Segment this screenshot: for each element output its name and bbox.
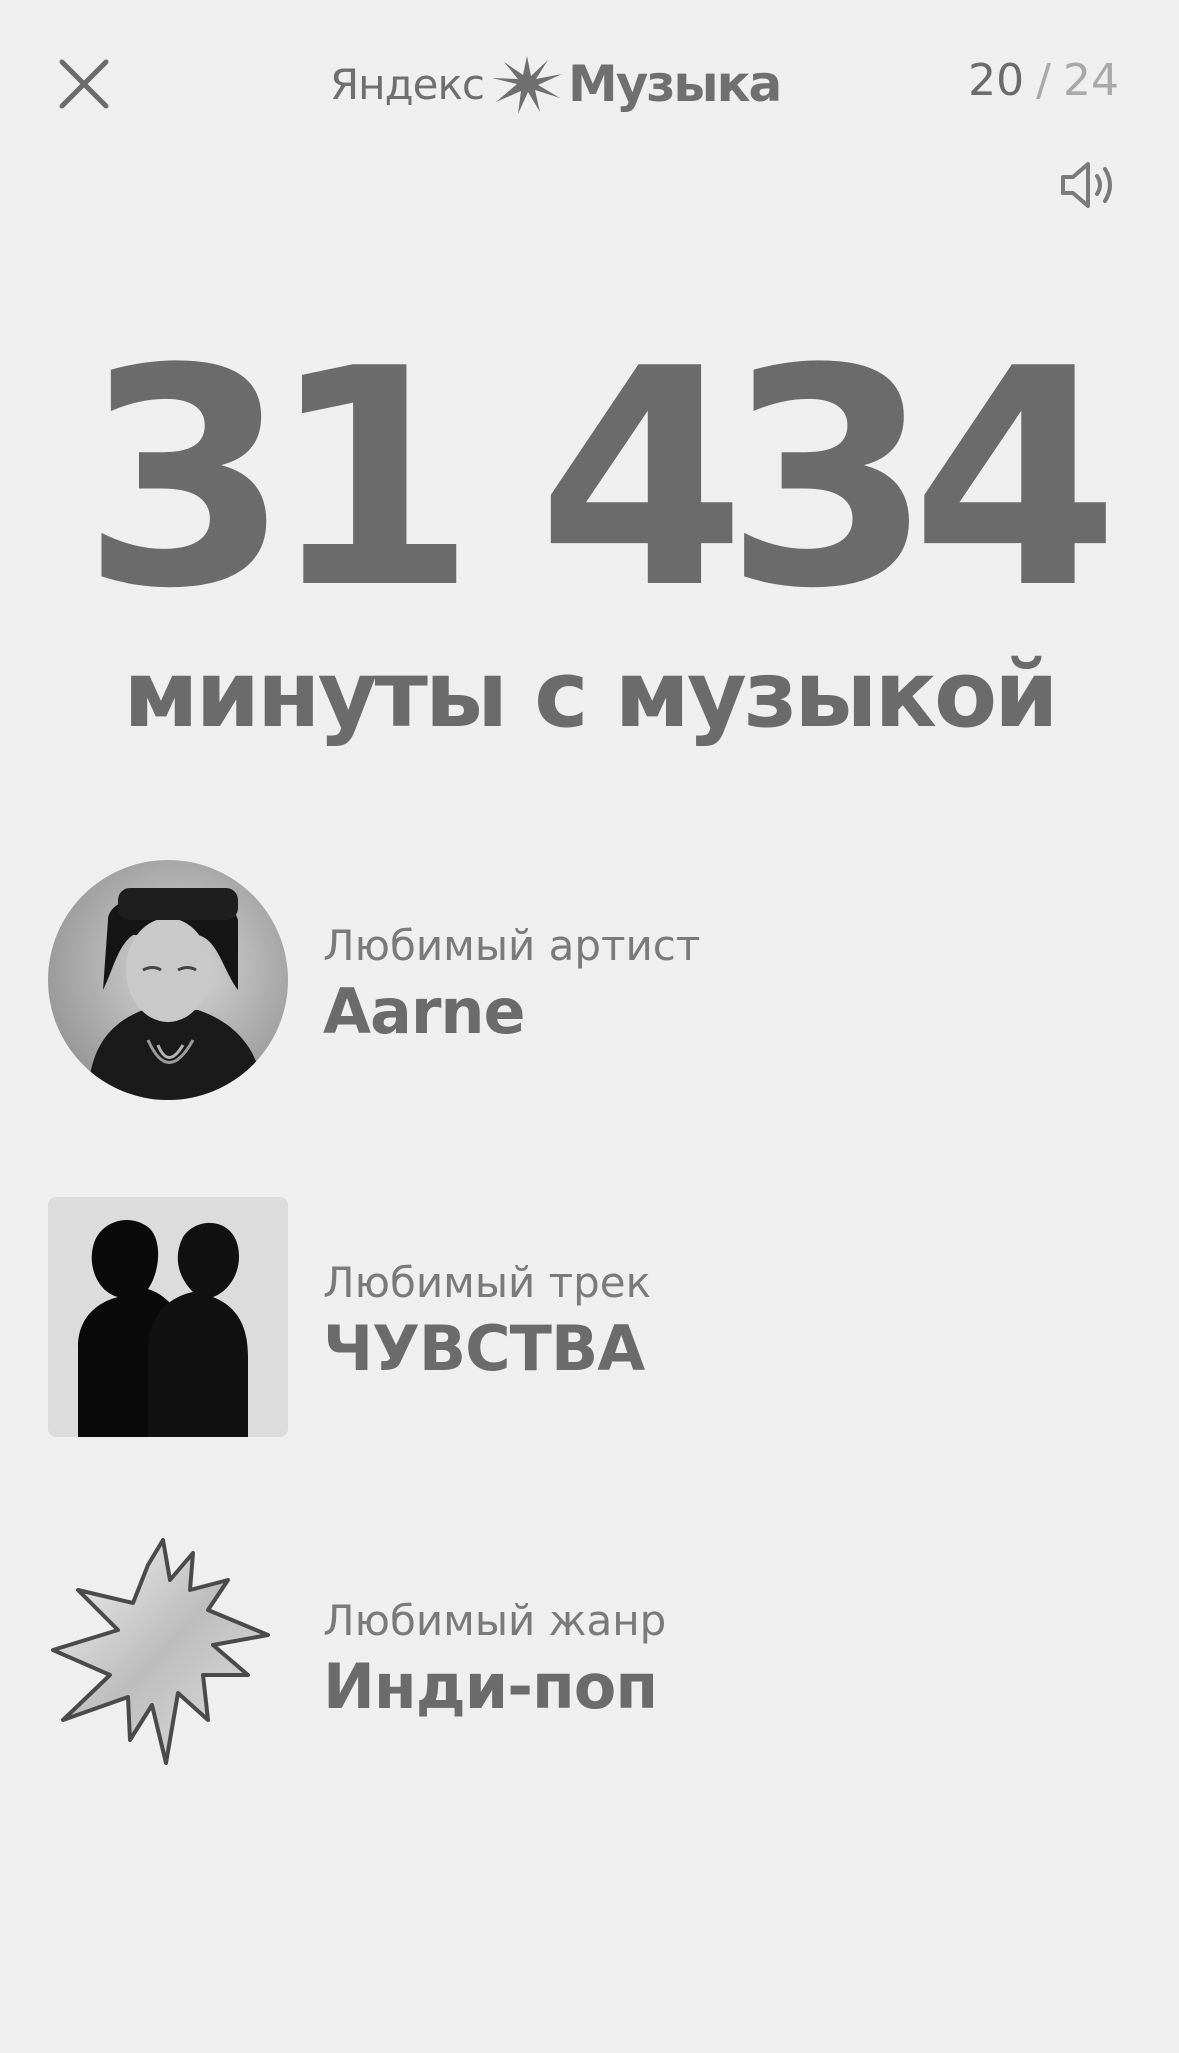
close-icon bbox=[59, 59, 109, 109]
favorite-artist-row[interactable]: Любимый артист Aarne bbox=[48, 860, 1128, 1100]
close-button[interactable] bbox=[56, 56, 112, 112]
favorite-track-label: Любимый трек bbox=[323, 1258, 651, 1307]
logo-word-muzyka: Музыка bbox=[567, 55, 782, 113]
top-bar: Яндекс Музыка 20 / 24 bbox=[0, 0, 1179, 208]
favorite-artist-text: Любимый артист Aarne bbox=[323, 920, 700, 1052]
starburst-icon bbox=[51, 1538, 270, 1765]
favorite-genre-name: Инди-поп bbox=[323, 1650, 658, 1723]
favorite-genre-row[interactable]: Любимый жанр Инди-поп bbox=[48, 1535, 1128, 1775]
favorite-track-name: ЧУВСТВА bbox=[323, 1312, 645, 1385]
story-counter: 20 / 24 bbox=[968, 55, 1119, 106]
favorite-track-text: Любимый трек ЧУВСТВА bbox=[323, 1257, 651, 1389]
favorite-artist-name: Aarne bbox=[323, 975, 526, 1048]
yandex-music-logo: Яндекс Музыка bbox=[330, 52, 850, 116]
favorite-track-row[interactable]: Любимый трек ЧУВСТВА bbox=[48, 1197, 1128, 1437]
favorite-artist-label: Любимый артист bbox=[323, 921, 701, 970]
artist-avatar bbox=[48, 860, 288, 1100]
logo-word-yandex: Яндекс bbox=[330, 59, 485, 109]
counter-total: 24 bbox=[1063, 55, 1119, 106]
favorite-genre-text: Любимый жанр Инди-поп bbox=[323, 1595, 666, 1727]
minutes-listened-label: минуты с музыкой bbox=[123, 641, 1058, 748]
speaker-icon bbox=[1061, 162, 1112, 208]
favorite-genre-label: Любимый жанр bbox=[323, 1596, 667, 1645]
counter-separator: / bbox=[1036, 55, 1051, 106]
logo-star-icon bbox=[491, 56, 562, 114]
minutes-listened-value: 31 434 bbox=[81, 305, 1119, 654]
counter-current: 20 bbox=[968, 55, 1025, 106]
track-cover bbox=[48, 1197, 288, 1437]
sound-toggle-button[interactable] bbox=[1057, 158, 1119, 212]
